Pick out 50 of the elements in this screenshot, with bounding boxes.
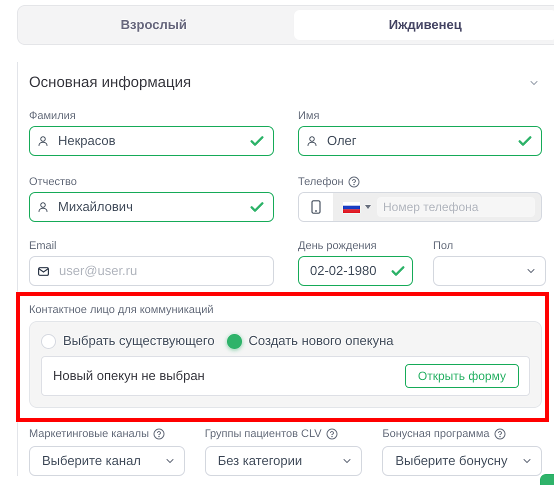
input-field[interactable]: Михайлович — [29, 192, 274, 222]
date-field[interactable]: 02-02-1980 — [298, 256, 413, 286]
corner-button[interactable] — [540, 474, 554, 485]
select-field[interactable]: Выберите канал — [29, 446, 185, 476]
tab[interactable]: Взрослый — [22, 10, 286, 40]
field-label: Имя — [298, 109, 320, 123]
field-placeholder: Номер телефона — [383, 199, 478, 216]
help-icon[interactable] — [494, 428, 506, 440]
phone-icon — [311, 200, 321, 214]
radio-option[interactable]: Создать нового опекуна — [226, 331, 394, 351]
select-field[interactable]: Выберите бонусну — [382, 446, 542, 476]
radio-button[interactable] — [226, 334, 242, 348]
field-label: Маркетинговые каналы — [29, 426, 149, 442]
help-icon[interactable] — [152, 428, 165, 440]
field-value: Некрасов — [58, 132, 117, 150]
contact-label: Контактное лицо для коммуникаций — [29, 303, 215, 317]
field-label: Фамилия — [29, 109, 76, 123]
field-label: Пол — [433, 239, 454, 253]
help-icon[interactable] — [348, 176, 360, 188]
field-label: День рождения — [298, 239, 377, 253]
field-label: Отчество — [29, 175, 77, 189]
radio-label: Создать нового опекуна — [248, 332, 394, 350]
section-title: Основная информация — [29, 72, 192, 93]
field-value: 02-02-1980 — [310, 262, 378, 280]
mail-icon — [37, 264, 50, 278]
field-value: Михайлович — [58, 198, 134, 216]
caret-icon — [365, 205, 371, 209]
radio-option[interactable]: Выбрать существующего — [41, 331, 215, 351]
radio-button[interactable] — [41, 334, 56, 348]
field-label: Группы пациентов CLV — [204, 426, 322, 442]
user-icon — [306, 135, 318, 147]
radio-label: Выбрать существующего — [63, 332, 215, 350]
select-field[interactable]: Без категории — [204, 446, 362, 476]
flag-icon — [343, 202, 360, 212]
input-field[interactable]: Некрасов — [29, 126, 274, 156]
select-value: Без категории — [218, 452, 304, 470]
select-field[interactable] — [433, 256, 546, 286]
user-icon — [37, 135, 49, 147]
guardian-status: Новый опекун не выбран — [53, 367, 205, 386]
field-value: Олег — [327, 132, 358, 150]
select-placeholder: Выберите канал — [42, 452, 142, 470]
help-icon[interactable] — [326, 428, 338, 440]
tab[interactable]: Иждивенец — [294, 10, 554, 40]
select-placeholder: Выберите бонусну — [395, 452, 508, 470]
field-label: Бонусная программа — [382, 426, 490, 442]
input-field[interactable]: Олег — [298, 126, 542, 156]
field-label: Email — [29, 239, 57, 253]
field-label: Телефон — [298, 175, 344, 189]
field-placeholder: user@user.ru — [59, 262, 138, 280]
user-icon — [37, 201, 49, 213]
